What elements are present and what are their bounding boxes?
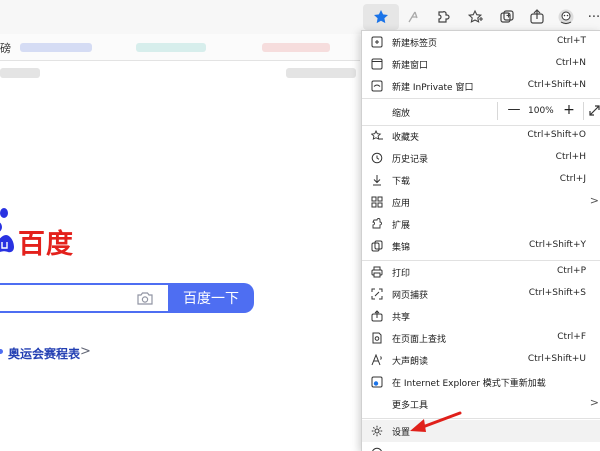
profile-avatar-icon[interactable]: [556, 7, 576, 27]
menu-item-shortcut: Ctrl+Shift+S: [528, 288, 586, 298]
menu-item-label: 大声朗读: [392, 357, 429, 367]
new-window-icon: [370, 57, 384, 71]
favorites-star-icon[interactable]: [371, 7, 391, 27]
find-icon: [370, 331, 384, 345]
menu-item-new-window[interactable]: 新建窗口 Ctrl+N: [362, 53, 600, 75]
collections-icon[interactable]: [497, 7, 517, 27]
inprivate-icon: [370, 79, 384, 93]
menu-item-label: 集锦: [392, 243, 411, 253]
menu-item-new-inprivate[interactable]: 新建 InPrivate 窗口 Ctrl+Shift+N: [362, 75, 600, 97]
web-capture-icon: [370, 287, 384, 301]
menu-item-label: 应用: [392, 199, 411, 209]
share-icon: [370, 309, 384, 323]
menu-item-label: 更多工具: [392, 401, 429, 411]
menu-item-downloads[interactable]: 下载 Ctrl+J: [362, 169, 600, 191]
menu-item-read-aloud[interactable]: 大声朗读 Ctrl+Shift+U: [362, 349, 600, 371]
menu-item-shortcut: Ctrl+H: [555, 152, 586, 162]
menu-item-label: 在页面上查找: [392, 335, 447, 345]
menu-item-label: 历史记录: [392, 155, 429, 165]
history-icon: [370, 151, 384, 165]
read-aloud-icon[interactable]: [404, 7, 424, 27]
menu-item-extensions[interactable]: 扩展: [362, 213, 600, 235]
extensions-icon: [370, 217, 384, 231]
menu-item-shortcut: Ctrl+J: [559, 174, 586, 184]
menu-item-shortcut: Ctrl+Shift+O: [527, 130, 586, 140]
menu-item-label: 打印: [392, 269, 411, 279]
zoom-in-button[interactable]: +: [561, 101, 577, 119]
chevron-right-icon: >: [589, 396, 599, 409]
browser-toolbar: ···: [0, 0, 600, 34]
menu-item-label: 新建窗口: [392, 61, 429, 71]
zoom-label: 缩放: [392, 109, 411, 119]
zoom-out-button[interactable]: —: [506, 101, 522, 119]
print-icon: [370, 265, 384, 279]
menu-item-more-tools[interactable]: 更多工具 >: [362, 393, 600, 415]
zoom-level: 100%: [528, 106, 554, 116]
menu-item-share[interactable]: 共享: [362, 305, 600, 327]
favorites-bar: 磅: [0, 34, 360, 61]
favorite-item-blurred[interactable]: [136, 43, 206, 52]
more-icon[interactable]: ···: [584, 7, 600, 27]
zoom-divider: [583, 102, 584, 120]
menu-item-collections[interactable]: 集锦 Ctrl+Shift+Y: [362, 235, 600, 257]
menu-item-label: 新建标签页: [392, 39, 438, 49]
menu-item-label: 网页捕获: [392, 291, 429, 301]
menu-item-label: 共享: [392, 313, 411, 323]
favorites-icon[interactable]: [466, 7, 486, 27]
menu-item-settings[interactable]: 设置: [362, 420, 600, 442]
extensions-icon[interactable]: [433, 7, 453, 27]
menu-item-ie-mode[interactable]: 在 Internet Explorer 模式下重新加载: [362, 371, 600, 393]
menu-item-shortcut: Ctrl+N: [555, 58, 586, 68]
share-icon[interactable]: [527, 7, 547, 27]
page-header-blur: [286, 68, 356, 78]
menu-item-new-tab[interactable]: 新建标签页 Ctrl+T: [362, 31, 600, 53]
menu-item-history[interactable]: 历史记录 Ctrl+H: [362, 147, 600, 169]
menu-item-find-on-page[interactable]: 在页面上查找 Ctrl+F: [362, 327, 600, 349]
settings-icon: [370, 424, 384, 438]
download-icon: [370, 173, 384, 187]
baidu-search-button[interactable]: 百度一下: [168, 283, 254, 313]
new-tab-icon: [370, 35, 384, 49]
menu-item-label: 下载: [392, 177, 411, 187]
chevron-right-icon[interactable]: >: [80, 344, 91, 359]
collections-icon: [370, 239, 384, 253]
hot-search-link[interactable]: 奥运会赛程表: [8, 345, 80, 362]
read-aloud-icon: [370, 353, 384, 367]
favorite-item-blurred[interactable]: [20, 43, 92, 52]
hot-search-dot: [0, 349, 3, 354]
baidu-logo-text: 百度: [18, 229, 74, 260]
menu-item-label: 扩展: [392, 221, 411, 231]
menu-item-label: 新建 InPrivate 窗口: [392, 83, 474, 93]
camera-icon[interactable]: [137, 291, 153, 305]
menu-item-favorites[interactable]: 收藏夹 Ctrl+Shift+O: [362, 125, 600, 147]
settings-and-more-menu: 新建标签页 Ctrl+T 新建窗口 Ctrl+N 新建 InPrivate 窗口…: [361, 30, 600, 451]
zoom-divider: [497, 102, 498, 120]
menu-separator: [362, 418, 600, 419]
favorite-item-blurred[interactable]: [262, 43, 330, 52]
menu-item-label: 在 Internet Explorer 模式下重新加载: [392, 379, 546, 389]
apps-icon: [370, 195, 384, 209]
menu-item-apps[interactable]: 应用 >: [362, 191, 600, 213]
chevron-right-icon: >: [589, 194, 599, 207]
fullscreen-icon[interactable]: [588, 104, 600, 117]
menu-item-shortcut: Ctrl+P: [557, 266, 586, 276]
menu-item-shortcut: Ctrl+T: [556, 36, 586, 46]
menu-item-shortcut: Ctrl+Shift+N: [527, 80, 586, 90]
menu-item-label: 收藏夹: [392, 133, 420, 143]
help-icon: [370, 446, 384, 451]
menu-item-shortcut: Ctrl+F: [557, 332, 586, 342]
menu-item-web-capture[interactable]: 网页捕获 Ctrl+Shift+S: [362, 283, 600, 305]
menu-item-shortcut: Ctrl+Shift+Y: [528, 240, 586, 250]
zoom-row: 缩放 — 100% +: [362, 98, 600, 124]
menu-item-shortcut: Ctrl+Shift+U: [527, 354, 586, 364]
ie-mode-icon: [370, 375, 384, 389]
menu-item-print[interactable]: 打印 Ctrl+P: [362, 261, 600, 283]
favorite-item-partial[interactable]: 磅: [0, 40, 11, 56]
menu-item-label: 设置: [392, 428, 411, 438]
favorites-icon: [370, 129, 384, 143]
page-header-blur: [0, 68, 40, 78]
